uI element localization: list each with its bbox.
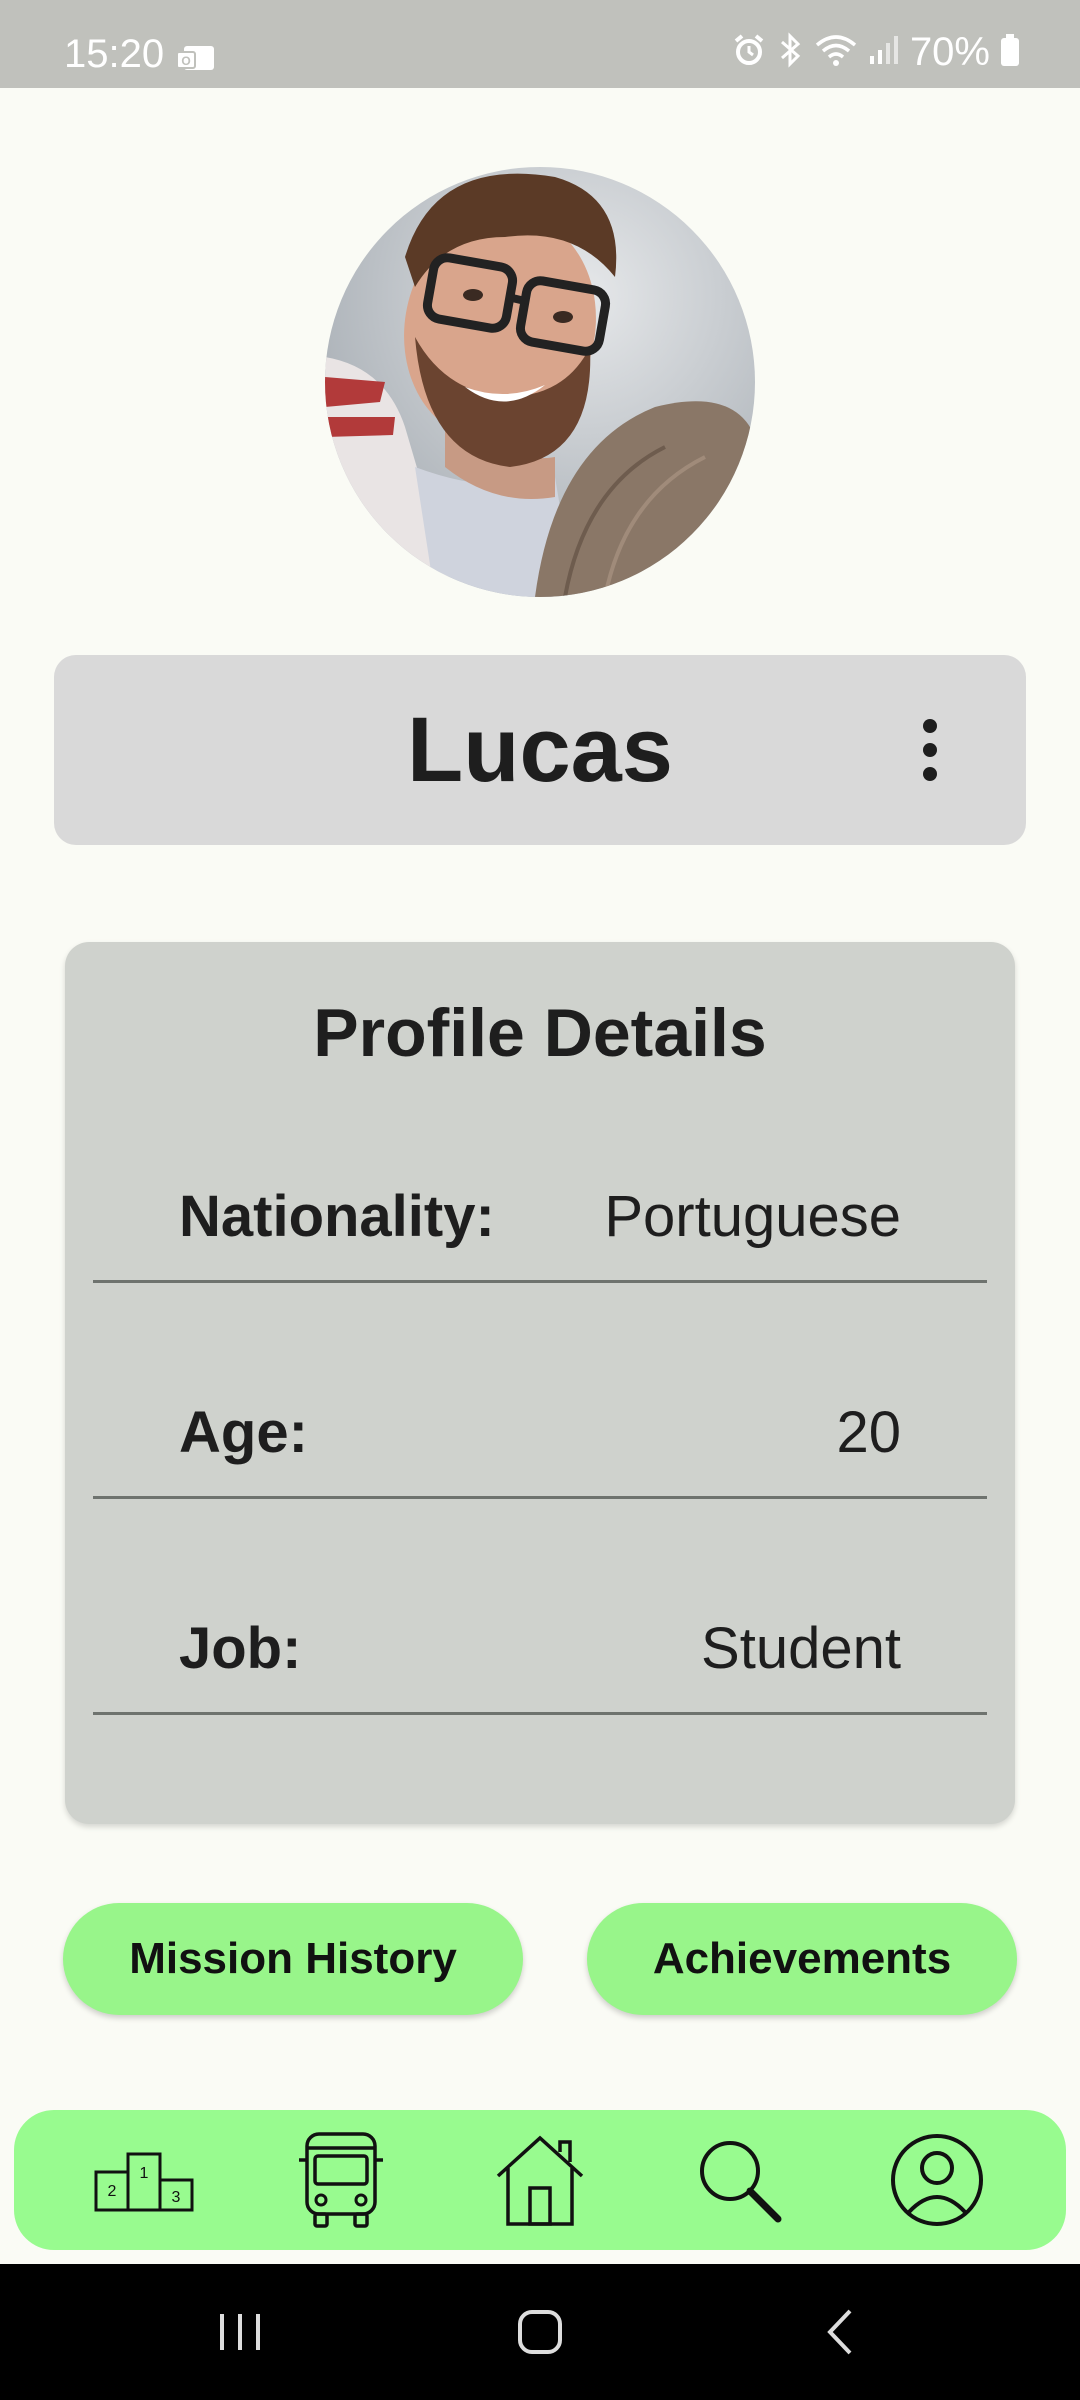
profile-name: Lucas (407, 699, 673, 801)
svg-text:O: O (181, 54, 190, 68)
search-icon (694, 2135, 784, 2230)
detail-value: Portuguese (604, 1184, 901, 1249)
status-bar: 15:20 O 70% (0, 0, 1080, 88)
mail-icon: O (176, 44, 216, 79)
profile-details-title: Profile Details (313, 995, 767, 1071)
bottom-nav: 2 1 3 (14, 2110, 1066, 2250)
detail-value: Student (701, 1616, 901, 1681)
more-options-icon[interactable] (898, 715, 962, 785)
detail-row-age: Age: 20 (93, 1400, 987, 1499)
svg-text:2: 2 (108, 2183, 117, 2200)
back-icon[interactable] (800, 2300, 880, 2364)
battery-percent: 70% (909, 30, 990, 74)
nav-search[interactable] (684, 2130, 794, 2234)
detail-row-job: Job: Student (93, 1616, 987, 1715)
alarm-icon (732, 33, 766, 72)
name-bar: Lucas (54, 655, 1026, 845)
signal-icon (868, 34, 900, 71)
bluetooth-icon (776, 31, 804, 73)
home-icon (492, 2132, 588, 2233)
home-button-icon[interactable] (500, 2300, 580, 2364)
nav-leaderboard[interactable]: 2 1 3 (89, 2130, 199, 2234)
detail-label: Age: (179, 1400, 308, 1465)
detail-value: 20 (836, 1400, 901, 1465)
nav-profile[interactable] (882, 2130, 992, 2234)
nav-bus[interactable] (286, 2130, 396, 2234)
svg-text:3: 3 (172, 2189, 181, 2206)
profile-details-card: Profile Details Nationality: Portuguese … (65, 942, 1015, 1824)
mission-history-button[interactable]: Mission History (63, 1903, 523, 2015)
recent-apps-icon[interactable] (200, 2300, 280, 2364)
avatar[interactable] (325, 167, 755, 597)
bus-icon (291, 2130, 391, 2235)
detail-row-nationality: Nationality: Portuguese (93, 1184, 987, 1283)
detail-label: Nationality: (179, 1184, 495, 1249)
detail-label: Job: (179, 1616, 302, 1681)
leaderboard-icon: 2 1 3 (94, 2148, 194, 2217)
system-nav-bar (0, 2264, 1080, 2400)
status-time: 15:20 (64, 32, 165, 76)
wifi-icon (814, 33, 858, 72)
profile-icon (889, 2132, 985, 2233)
nav-home[interactable] (485, 2130, 595, 2234)
svg-text:1: 1 (140, 2165, 149, 2182)
battery-icon (1000, 33, 1020, 72)
achievements-button[interactable]: Achievements (587, 1903, 1017, 2015)
